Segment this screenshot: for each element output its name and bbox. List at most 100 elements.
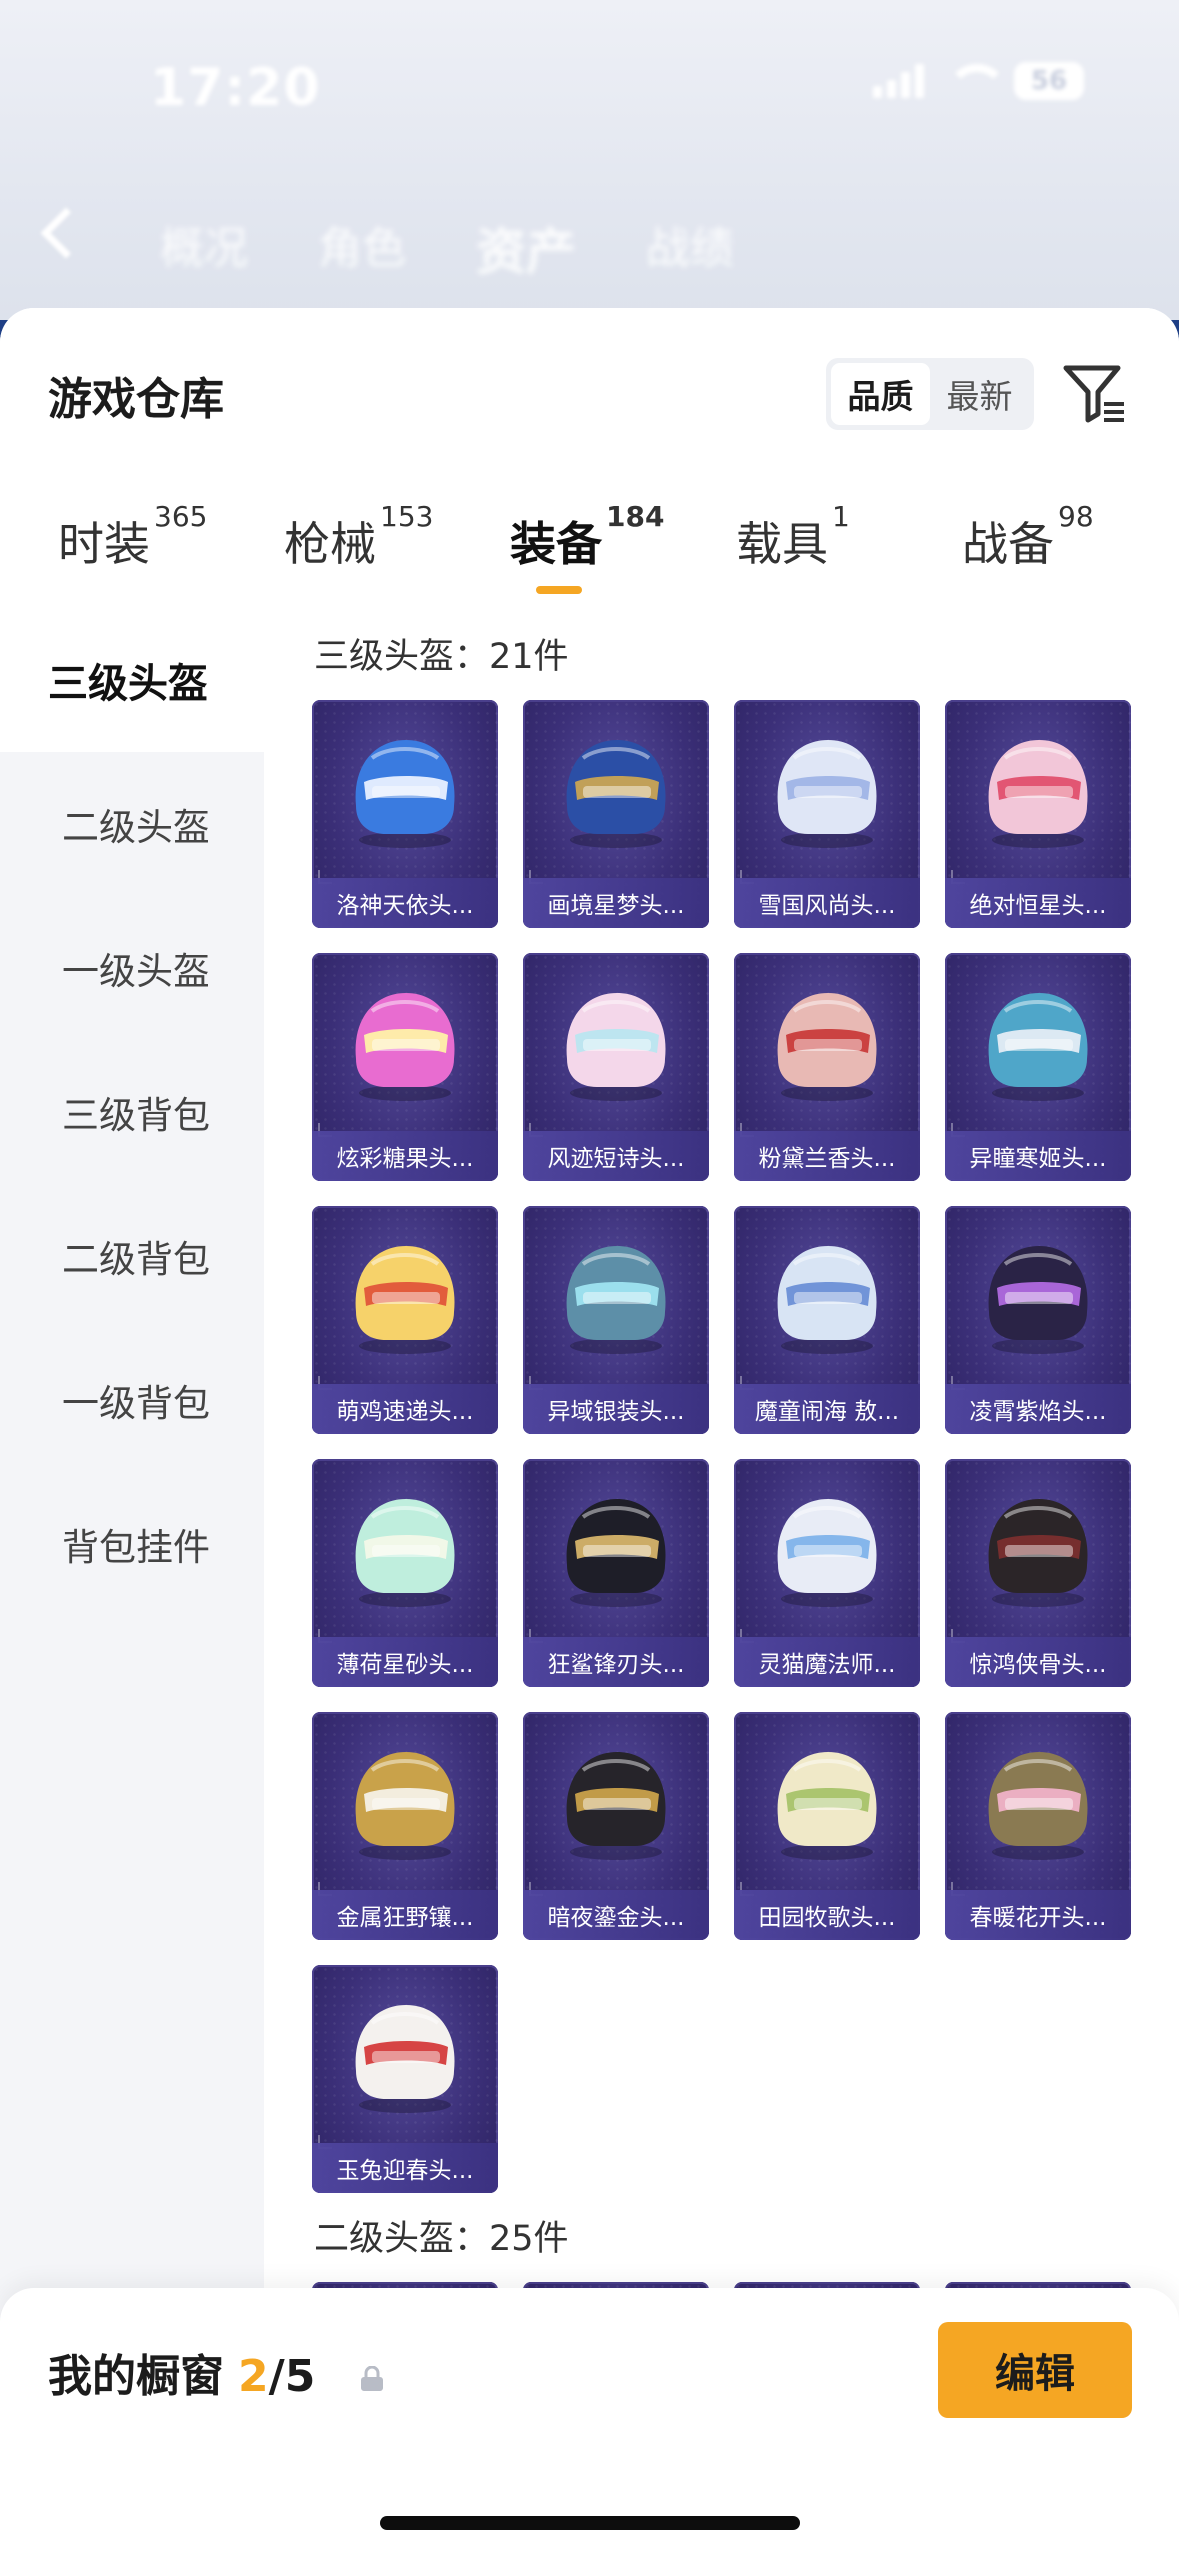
- helmet-icon: [777, 993, 877, 1101]
- category-tabs: 时装365 枪械153 装备184 载具1 战备98: [0, 500, 1179, 608]
- warehouse-sheet: 游戏仓库 品质 最新 时装365 枪械153 装备184 载具1 战备98 三级…: [0, 308, 1179, 2556]
- item-name: 田园牧歌头...: [734, 1890, 920, 1940]
- item-card[interactable]: 惊鸿侠骨头...: [945, 1459, 1131, 1687]
- item-card[interactable]: 萌鸡速递头...: [312, 1206, 498, 1434]
- blurred-profile-row: [180, 18, 1179, 64]
- item-card[interactable]: 风迹短诗头...: [523, 953, 709, 1181]
- helmet-icon: [777, 1499, 877, 1607]
- helmet-icon: [566, 1499, 666, 1607]
- helmet-icon: [988, 740, 1088, 848]
- status-icons: 56: [873, 62, 1084, 100]
- item-card[interactable]: 田园牧歌头...: [734, 1712, 920, 1940]
- item-name: 异域银装头...: [523, 1384, 709, 1434]
- item-card[interactable]: 炫彩糖果头...: [312, 953, 498, 1181]
- item-card[interactable]: 薄荷星砂头...: [312, 1459, 498, 1687]
- sort-quality-button[interactable]: 品质: [831, 363, 930, 425]
- group-label: 二级头盔：25件: [314, 2219, 569, 2259]
- item-card[interactable]: 金属狂野镶...: [312, 1712, 498, 1940]
- signal-icon: [873, 64, 924, 98]
- item-card[interactable]: 灵猫魔法师...: [734, 1459, 920, 1687]
- status-time: 17:20: [150, 58, 321, 118]
- sidebar-item-backpack-pendant[interactable]: 背包挂件: [0, 1472, 264, 1616]
- item-name: 异瞳寒姬头...: [945, 1131, 1131, 1181]
- sidebar-item-lvl3-helmet[interactable]: 三级头盔: [0, 608, 264, 752]
- showcase-title: 我的橱窗 2/5: [48, 2351, 316, 2402]
- helmet-icon: [355, 993, 455, 1101]
- helmet-icon: [777, 1246, 877, 1354]
- item-name: 洛神天依头...: [312, 878, 498, 928]
- item-name: 雪国风尚头...: [734, 878, 920, 928]
- item-card[interactable]: 凌霄紫焰头...: [945, 1206, 1131, 1434]
- background-tab: 战绩: [646, 223, 734, 274]
- battery-icon: 56: [1014, 62, 1084, 100]
- item-card[interactable]: 春暖花开头...: [945, 1712, 1131, 1940]
- helmet-icon: [355, 740, 455, 848]
- item-card[interactable]: 雪国风尚头...: [734, 700, 920, 928]
- item-card[interactable]: 玉兔迎春头...: [312, 1965, 498, 2193]
- home-indicator: [380, 2516, 800, 2530]
- item-card[interactable]: 暗夜鎏金头...: [523, 1712, 709, 1940]
- helmet-icon: [566, 1752, 666, 1860]
- item-name: 春暖花开头...: [945, 1890, 1131, 1940]
- item-name: 薄荷星砂头...: [312, 1637, 498, 1687]
- item-name: 绝对恒星头...: [945, 878, 1131, 928]
- item-name: 画境星梦头...: [523, 878, 709, 928]
- background-header: 17:20 56 概况 角色 资产 战绩: [0, 0, 1179, 320]
- showcase-bar: 我的橱窗 2/5 编辑: [0, 2288, 1179, 2556]
- item-name: 狂鲨锋刃头...: [523, 1637, 709, 1687]
- item-card[interactable]: 魔童闹海 敖...: [734, 1206, 920, 1434]
- item-name: 魔童闹海 敖...: [734, 1384, 920, 1434]
- sheet-title: 游戏仓库: [48, 374, 224, 425]
- tab-outfits[interactable]: 时装365: [58, 500, 207, 574]
- helmet-icon: [777, 1752, 877, 1860]
- item-card[interactable]: 绝对恒星头...: [945, 700, 1131, 928]
- tab-guns[interactable]: 枪械153: [284, 500, 433, 574]
- background-tab: 资产: [476, 223, 576, 281]
- sidebar-item-lvl1-backpack[interactable]: 一级背包: [0, 1328, 264, 1472]
- showcase-count: 2/5: [238, 2351, 316, 2402]
- item-name: 凌霄紫焰头...: [945, 1384, 1131, 1434]
- item-card[interactable]: 粉黛兰香头...: [734, 953, 920, 1181]
- item-name: 风迹短诗头...: [523, 1131, 709, 1181]
- item-content: 三级头盔：21件 洛神天依头... 画境星梦头... 雪国风尚头... 绝对恒星头..…: [264, 608, 1179, 2556]
- sidebar-item-lvl1-helmet[interactable]: 一级头盔: [0, 896, 264, 1040]
- helmet-icon: [988, 1246, 1088, 1354]
- tab-vehicles[interactable]: 载具1: [736, 500, 850, 574]
- item-card[interactable]: 洛神天依头...: [312, 700, 498, 928]
- item-card[interactable]: 异域银装头...: [523, 1206, 709, 1434]
- sort-toggle: 品质 最新: [826, 358, 1034, 430]
- sidebar-item-lvl3-backpack[interactable]: 三级背包: [0, 1040, 264, 1184]
- helmet-icon: [355, 1246, 455, 1354]
- tab-active-indicator: [536, 586, 582, 594]
- item-name: 萌鸡速递头...: [312, 1384, 498, 1434]
- helmet-icon: [988, 1499, 1088, 1607]
- lock-icon: [361, 2366, 383, 2391]
- item-name: 粉黛兰香头...: [734, 1131, 920, 1181]
- tab-supplies[interactable]: 战备98: [962, 500, 1094, 574]
- edit-button[interactable]: 编辑: [938, 2322, 1132, 2418]
- helmet-icon: [355, 2005, 455, 2113]
- helmet-icon: [777, 740, 877, 848]
- tab-equipment[interactable]: 装备184: [510, 500, 664, 594]
- item-card[interactable]: 画境星梦头...: [523, 700, 709, 928]
- sort-newest-button[interactable]: 最新: [930, 363, 1029, 425]
- item-card[interactable]: 狂鲨锋刃头...: [523, 1459, 709, 1687]
- sidebar-item-lvl2-helmet[interactable]: 二级头盔: [0, 752, 264, 896]
- item-card[interactable]: 异瞳寒姬头...: [945, 953, 1131, 1181]
- sheet-header: 游戏仓库 品质 最新 时装365 枪械153 装备184 载具1 战备98: [0, 308, 1179, 608]
- sidebar-item-lvl2-backpack[interactable]: 二级背包: [0, 1184, 264, 1328]
- item-name: 金属狂野镶...: [312, 1890, 498, 1940]
- helmet-icon: [566, 740, 666, 848]
- wifi-icon: [946, 64, 1008, 98]
- helmet-icon: [988, 1752, 1088, 1860]
- background-tab: 概况: [160, 223, 248, 274]
- helmet-icon: [988, 993, 1088, 1101]
- item-name: 玉兔迎春头...: [312, 2143, 498, 2193]
- back-icon[interactable]: [40, 207, 92, 259]
- helmet-icon: [355, 1499, 455, 1607]
- filter-icon[interactable]: [1060, 358, 1130, 428]
- background-tab: 角色: [318, 223, 406, 274]
- helmet-icon: [566, 993, 666, 1101]
- helmet-icon: [566, 1246, 666, 1354]
- group-label: 三级头盔：21件: [314, 637, 569, 677]
